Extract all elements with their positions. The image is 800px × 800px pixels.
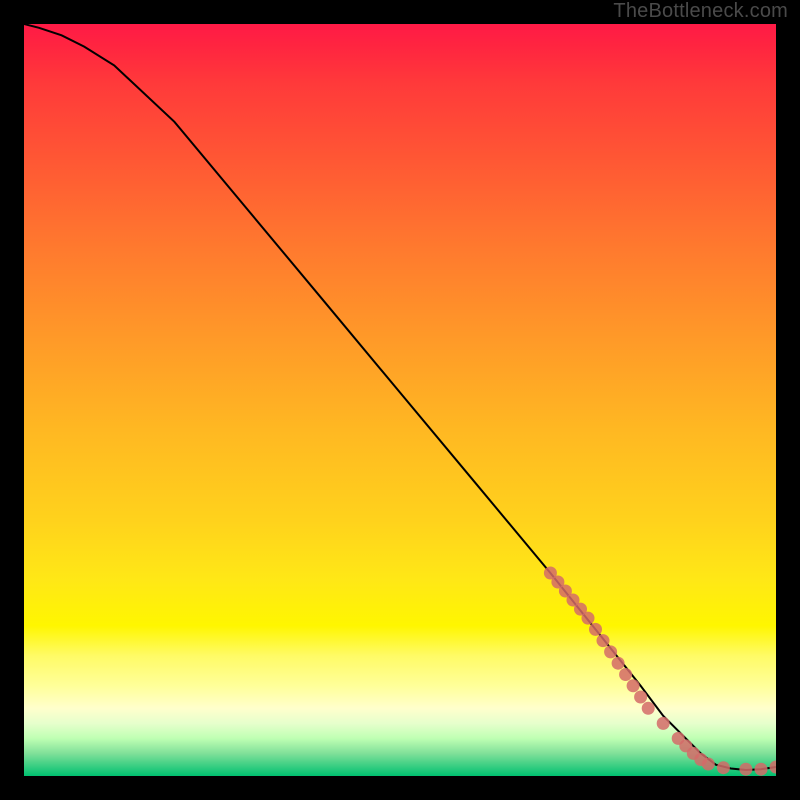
curve-marker [604, 645, 617, 658]
curve-marker [642, 702, 655, 715]
watermark-text: TheBottleneck.com [613, 0, 788, 23]
curve-marker [717, 761, 730, 774]
chart-container: TheBottleneck.com [0, 0, 800, 800]
plot-area [24, 24, 776, 776]
curve-marker [612, 657, 625, 670]
curve-marker [755, 763, 768, 776]
curve-marker [739, 763, 752, 776]
highlighted-markers [544, 567, 776, 776]
chart-overlay [24, 24, 776, 776]
curve-marker [589, 623, 602, 636]
curve-marker [597, 634, 610, 647]
curve-marker [657, 717, 670, 730]
curve-marker [770, 761, 777, 774]
curve-marker [634, 691, 647, 704]
curve-marker [702, 758, 715, 771]
curve-marker [619, 668, 632, 681]
curve-marker [627, 679, 640, 692]
bottleneck-curve [24, 24, 776, 770]
curve-marker [582, 612, 595, 625]
